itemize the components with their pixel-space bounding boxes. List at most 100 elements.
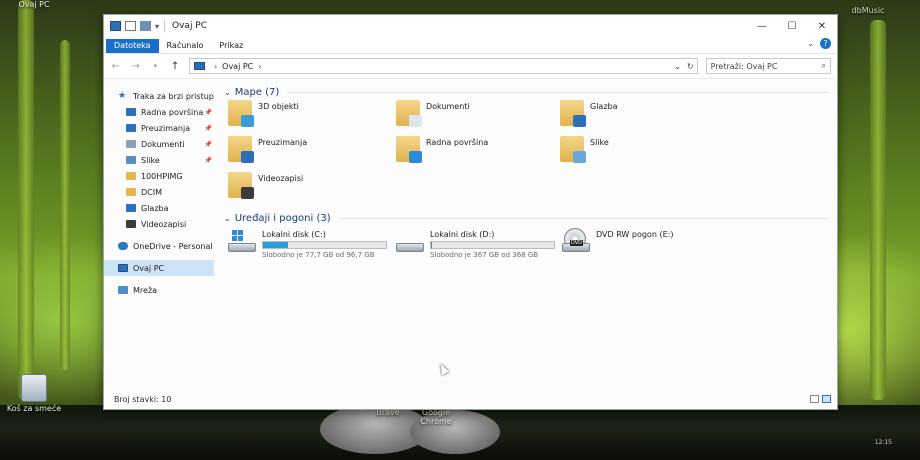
status-bar: Broj stavki: 10 <box>104 389 837 409</box>
breadcrumb-chevron-icon[interactable]: › <box>214 62 217 71</box>
group-header-drives[interactable]: ⌄ Uređaji i pogoni (3) <box>224 210 837 226</box>
nav-label: Ovaj PC <box>133 263 165 273</box>
quick-access-dropdown-icon[interactable]: ▾ <box>155 22 159 31</box>
tab-racunalo[interactable]: Računalo <box>159 39 212 53</box>
navigation-pane: ★ Traka za brzi pristup Radna površina 📌 P… <box>104 80 214 389</box>
dvd-drive-icon: DVD <box>562 228 590 252</box>
address-dropdown-icon[interactable]: ⌄ <box>674 62 681 71</box>
drive-name: Lokalni disk (C:) <box>262 230 326 239</box>
folder-item[interactable]: Videozapisi <box>228 172 304 199</box>
search-input[interactable]: Pretraži: Ovaj PC ⌕ <box>705 58 831 74</box>
folder-label: Preuzimanja <box>258 138 308 147</box>
windows-drive-icon <box>228 230 256 252</box>
minimize-button[interactable]: — <box>747 15 777 37</box>
nav-onedrive[interactable]: OneDrive - Personal <box>104 238 214 254</box>
nav-quick-access[interactable]: ★ Traka za brzi pristup <box>104 88 214 104</box>
this-pc-icon <box>110 21 121 31</box>
nav-item-radna-povr-ina[interactable]: Radna površina 📌 <box>104 104 214 120</box>
breadcrumb-this-pc[interactable]: Ovaj PC <box>222 62 253 71</box>
folders-grid: 3D objekti Dokumenti Glazba Preuzimanja Radn… <box>224 100 837 210</box>
large-icons-view-icon[interactable] <box>822 395 831 403</box>
nav-network[interactable]: Mreža <box>104 282 214 298</box>
nav-item-100hpimg[interactable]: 100HPIMG <box>104 168 214 184</box>
close-button[interactable]: ✕ <box>807 15 837 37</box>
folder-item[interactable]: Slike <box>560 136 609 163</box>
documents-folder-icon <box>396 100 422 127</box>
forward-arrow-icon[interactable]: → <box>130 61 142 72</box>
nav-item-dcim[interactable]: DCIM <box>104 184 214 200</box>
nav-item-dokumenti[interactable]: Dokumenti 📌 <box>104 136 214 152</box>
desktop-icon-label: Koš za smeće <box>6 404 62 413</box>
group-divider <box>338 217 829 219</box>
nav-label: Slike <box>141 155 160 165</box>
folder-item[interactable]: Radna površina <box>396 136 489 163</box>
nav-item-glazba[interactable]: Glazba <box>104 200 214 216</box>
collapse-chevron-icon[interactable]: ⌄ <box>224 214 231 223</box>
downloads-folder-icon <box>228 136 254 163</box>
refresh-icon[interactable]: ↻ <box>687 62 694 71</box>
folder-label: Radna površina <box>426 138 489 147</box>
nav-label: Mreža <box>133 285 158 295</box>
folder-icon <box>126 172 136 180</box>
folder-item[interactable]: Glazba <box>560 100 618 127</box>
desktop-folder-icon <box>396 136 422 163</box>
drive-d[interactable]: Lokalni disk (D:) Slobodno je 367 GB od … <box>396 230 555 259</box>
help-icon[interactable]: ? <box>820 38 831 49</box>
address-field[interactable]: › Ovaj PC › ⌄ ↻ <box>188 58 698 74</box>
nav-item-videozapisi[interactable]: Videozapisi <box>104 216 214 232</box>
breadcrumb-chevron-icon[interactable]: › <box>258 62 261 71</box>
drives-grid: Lokalni disk (C:) Slobodno je 77,7 GB od… <box>224 228 837 290</box>
nav-item-slike[interactable]: Slike 📌 <box>104 152 214 168</box>
ribbon-tabs: Datoteka Računalo Prikaz ⌄ ? <box>104 37 837 53</box>
desktop-icon-label: Google Chrome <box>420 408 452 426</box>
title-separator <box>164 20 166 32</box>
wallpaper-bamboo <box>60 40 70 370</box>
network-icon <box>118 286 128 294</box>
details-view-icon[interactable] <box>810 395 819 403</box>
desktop-icon-this-pc[interactable]: Ovaj PC <box>12 0 56 9</box>
properties-icon[interactable] <box>125 21 136 31</box>
group-header-folders[interactable]: ⌄ Mape (7) <box>224 84 837 100</box>
star-icon: ★ <box>118 91 127 101</box>
window-title: Ovaj PC <box>172 21 208 31</box>
folder-item[interactable]: 3D objekti <box>228 100 299 127</box>
tab-prikaz[interactable]: Prikaz <box>211 39 251 53</box>
address-bar: ← → ▾ ↑ › Ovaj PC › ⌄ ↻ Pretraži: Ovaj P… <box>104 53 837 79</box>
new-folder-icon[interactable] <box>140 21 151 31</box>
maximize-button[interactable]: ☐ <box>777 15 807 37</box>
up-arrow-icon[interactable]: ↑ <box>169 61 181 72</box>
drive-e[interactable]: DVD DVD RW pogon (E:) <box>562 228 674 252</box>
pin-icon: 📌 <box>204 156 212 164</box>
tab-datoteka[interactable]: Datoteka <box>106 39 159 53</box>
desktop-icon-label: Ovaj PC <box>18 0 50 9</box>
taskbar-clock: 12:15 <box>874 439 892 446</box>
dvd-badge: DVD <box>570 240 584 246</box>
folder-label: Videozapisi <box>258 174 304 183</box>
nav-label: Glazba <box>141 203 169 213</box>
drive-usage-bar <box>262 241 387 249</box>
desktop-icon-recycle-bin[interactable]: Koš za smeće <box>6 374 62 413</box>
this-pc-icon <box>118 264 128 272</box>
folder-item[interactable]: Dokumenti <box>396 100 470 127</box>
nav-item-preuzimanja[interactable]: Preuzimanja 📌 <box>104 120 214 136</box>
group-title: Mape (7) <box>234 86 280 98</box>
nav-label: Dokumenti <box>141 139 185 149</box>
nav-label: Traka za brzi pristup <box>133 91 214 101</box>
nav-this-pc[interactable]: Ovaj PC <box>104 260 214 276</box>
music-folder-icon <box>560 100 586 127</box>
collapse-chevron-icon[interactable]: ⌄ <box>224 88 231 97</box>
expand-ribbon-icon[interactable]: ⌄ <box>807 39 814 48</box>
group-title: Uređaji i pogoni (3) <box>234 212 331 224</box>
onedrive-icon <box>118 242 128 250</box>
pin-icon: 📌 <box>204 108 212 116</box>
desktop-icon-chrome[interactable]: Google Chrome <box>416 408 456 426</box>
search-placeholder: Pretraži: Ovaj PC <box>710 61 778 71</box>
drive-c[interactable]: Lokalni disk (C:) Slobodno je 77,7 GB od… <box>228 230 387 259</box>
drive-name: DVD RW pogon (E:) <box>596 230 674 239</box>
folder-label: Dokumenti <box>426 102 470 111</box>
desktop-top-right-label: dbMusic <box>851 6 885 15</box>
back-arrow-icon[interactable]: ← <box>110 61 122 72</box>
folder-icon <box>126 188 136 196</box>
folder-item[interactable]: Preuzimanja <box>228 136 308 163</box>
recent-locations-icon[interactable]: ▾ <box>149 62 161 70</box>
